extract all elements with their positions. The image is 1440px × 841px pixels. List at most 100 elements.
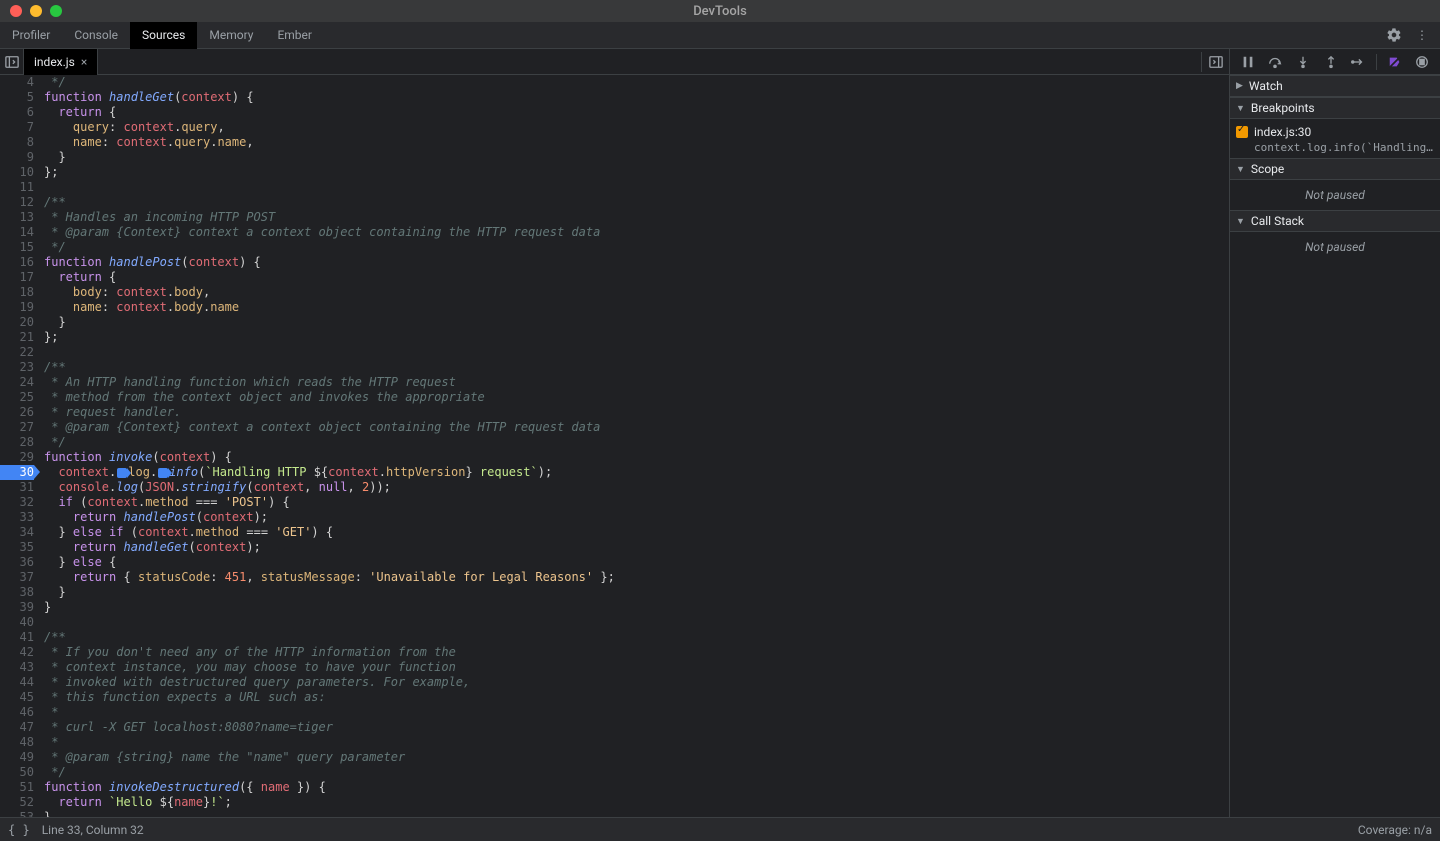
- line-number[interactable]: 9: [0, 150, 34, 165]
- minimize-window-button[interactable]: [30, 5, 42, 17]
- line-number[interactable]: 23: [0, 360, 34, 375]
- line-number[interactable]: 19: [0, 300, 34, 315]
- code-line[interactable]: *: [44, 705, 1229, 720]
- pause-icon[interactable]: [1238, 52, 1258, 72]
- line-number[interactable]: 21: [0, 330, 34, 345]
- code-line[interactable]: * Handles an incoming HTTP POST: [44, 210, 1229, 225]
- line-number[interactable]: 49: [0, 750, 34, 765]
- code-line[interactable]: */: [44, 240, 1229, 255]
- line-number[interactable]: 28: [0, 435, 34, 450]
- step-into-icon[interactable]: [1293, 52, 1313, 72]
- code-line[interactable]: /**: [44, 195, 1229, 210]
- run-snippet-icon[interactable]: [1201, 52, 1229, 72]
- close-icon[interactable]: ×: [81, 55, 87, 69]
- code-line[interactable]: return {: [44, 105, 1229, 120]
- breakpoint-item[interactable]: index.js:30: [1236, 123, 1434, 141]
- code-line[interactable]: if (context.method === 'POST') {: [44, 495, 1229, 510]
- code-line[interactable]: [44, 180, 1229, 195]
- line-number[interactable]: 47: [0, 720, 34, 735]
- code-line[interactable]: * An HTTP handling function which reads …: [44, 375, 1229, 390]
- line-number[interactable]: 26: [0, 405, 34, 420]
- code-line[interactable]: * @param {Context} context a context obj…: [44, 420, 1229, 435]
- code-line[interactable]: * If you don't need any of the HTTP info…: [44, 645, 1229, 660]
- deactivate-breakpoints-icon[interactable]: [1385, 52, 1405, 72]
- line-number[interactable]: 42: [0, 645, 34, 660]
- code-line[interactable]: return { statusCode: 451, statusMessage:…: [44, 570, 1229, 585]
- line-number[interactable]: 38: [0, 585, 34, 600]
- code-line[interactable]: */: [44, 435, 1229, 450]
- code-line[interactable]: */: [44, 75, 1229, 90]
- breakpoint-checkbox[interactable]: [1236, 126, 1248, 138]
- file-tab-index-js[interactable]: index.js ×: [24, 49, 98, 75]
- line-number[interactable]: 17: [0, 270, 34, 285]
- scope-section-header[interactable]: ▼ Scope: [1230, 158, 1440, 180]
- tab-sources[interactable]: Sources: [130, 22, 197, 49]
- line-number[interactable]: 40: [0, 615, 34, 630]
- line-number[interactable]: 10: [0, 165, 34, 180]
- code-editor[interactable]: 4567891011121314151617181920212223242526…: [0, 75, 1229, 817]
- line-number[interactable]: 31: [0, 480, 34, 495]
- line-number[interactable]: 6: [0, 105, 34, 120]
- code-line[interactable]: */: [44, 765, 1229, 780]
- line-number[interactable]: 29: [0, 450, 34, 465]
- line-number[interactable]: 35: [0, 540, 34, 555]
- line-number[interactable]: 45: [0, 690, 34, 705]
- line-number[interactable]: 20: [0, 315, 34, 330]
- line-number[interactable]: 5: [0, 90, 34, 105]
- code-line[interactable]: [44, 345, 1229, 360]
- close-window-button[interactable]: [10, 5, 22, 17]
- line-number[interactable]: 30: [0, 465, 34, 480]
- line-number[interactable]: 43: [0, 660, 34, 675]
- line-number[interactable]: 16: [0, 255, 34, 270]
- line-number[interactable]: 4: [0, 75, 34, 90]
- format-icon[interactable]: { }: [8, 823, 30, 837]
- code-line[interactable]: function invokeDestructured({ name }) {: [44, 780, 1229, 795]
- line-number[interactable]: 36: [0, 555, 34, 570]
- line-number[interactable]: 37: [0, 570, 34, 585]
- line-number[interactable]: 22: [0, 345, 34, 360]
- tab-profiler[interactable]: Profiler: [0, 22, 62, 49]
- line-number[interactable]: 53: [0, 810, 34, 817]
- line-number[interactable]: 33: [0, 510, 34, 525]
- navigator-toggle-icon[interactable]: [0, 49, 24, 75]
- code-line[interactable]: *: [44, 735, 1229, 750]
- tab-memory[interactable]: Memory: [197, 22, 265, 49]
- code-line[interactable]: } else if (context.method === 'GET') {: [44, 525, 1229, 540]
- line-number[interactable]: 44: [0, 675, 34, 690]
- pause-on-exceptions-icon[interactable]: [1412, 52, 1432, 72]
- code-line[interactable]: function handlePost(context) {: [44, 255, 1229, 270]
- code-line[interactable]: * context instance, you may choose to ha…: [44, 660, 1229, 675]
- tab-console[interactable]: Console: [62, 22, 130, 49]
- line-number[interactable]: 24: [0, 375, 34, 390]
- line-number[interactable]: 48: [0, 735, 34, 750]
- code-line[interactable]: * this function expects a URL such as:: [44, 690, 1229, 705]
- code-line[interactable]: * request handler.: [44, 405, 1229, 420]
- code-line[interactable]: context.log.info(`Handling HTTP ${contex…: [44, 465, 1229, 480]
- tab-ember[interactable]: Ember: [265, 22, 324, 49]
- code-line[interactable]: return {: [44, 270, 1229, 285]
- code-line[interactable]: * @param {Context} context a context obj…: [44, 225, 1229, 240]
- code-line[interactable]: function invoke(context) {: [44, 450, 1229, 465]
- step-out-icon[interactable]: [1321, 52, 1341, 72]
- line-number[interactable]: 27: [0, 420, 34, 435]
- line-number[interactable]: 39: [0, 600, 34, 615]
- code-line[interactable]: return handleGet(context);: [44, 540, 1229, 555]
- code-line[interactable]: function handleGet(context) {: [44, 90, 1229, 105]
- code-line[interactable]: * method from the context object and inv…: [44, 390, 1229, 405]
- code-line[interactable]: return handlePost(context);: [44, 510, 1229, 525]
- code-line[interactable]: console.log(JSON.stringify(context, null…: [44, 480, 1229, 495]
- code-line[interactable]: * curl -X GET localhost:8080?name=tiger: [44, 720, 1229, 735]
- code-line[interactable]: } else {: [44, 555, 1229, 570]
- code-line[interactable]: }: [44, 315, 1229, 330]
- breakpoints-section-header[interactable]: ▼ Breakpoints: [1230, 97, 1440, 119]
- line-number[interactable]: 15: [0, 240, 34, 255]
- line-number[interactable]: 8: [0, 135, 34, 150]
- code-line[interactable]: }: [44, 600, 1229, 615]
- step-icon[interactable]: [1348, 52, 1368, 72]
- watch-section-header[interactable]: ▶ Watch: [1230, 75, 1440, 97]
- line-number[interactable]: 32: [0, 495, 34, 510]
- code-line[interactable]: };: [44, 165, 1229, 180]
- line-number[interactable]: 41: [0, 630, 34, 645]
- line-number[interactable]: 46: [0, 705, 34, 720]
- code-line[interactable]: };: [44, 330, 1229, 345]
